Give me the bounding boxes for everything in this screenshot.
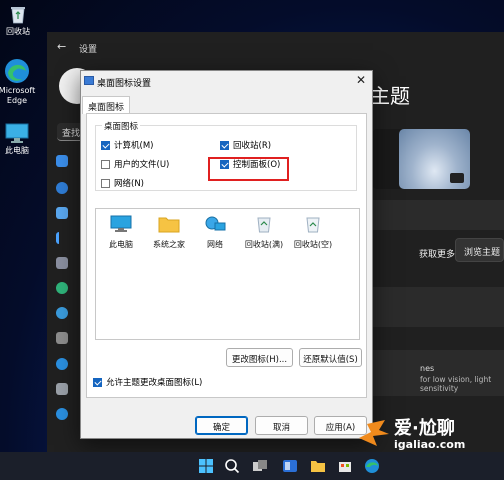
- settings-row[interactable]: [372, 287, 504, 327]
- checkbox-checked-icon[interactable]: [220, 140, 229, 150]
- checkbox-user-files[interactable]: 用户的文件(U): [101, 158, 169, 170]
- restore-default-button[interactable]: 还原默认值(S): [299, 348, 362, 367]
- back-arrow-icon[interactable]: ←: [57, 40, 66, 53]
- cancel-button[interactable]: 取消: [255, 416, 308, 435]
- dialog-app-icon: [84, 76, 94, 85]
- checkbox-checked-icon[interactable]: [101, 140, 110, 150]
- search-icon[interactable]: [224, 458, 240, 474]
- checkbox-unchecked-icon[interactable]: [101, 159, 110, 169]
- theme-panel: [372, 200, 504, 230]
- dialog-title: 桌面图标设置: [97, 79, 152, 89]
- list-item[interactable]: 系统之家: [144, 215, 194, 250]
- settings-title: 设置: [79, 45, 98, 55]
- recycle-bin-full-icon: [257, 217, 271, 233]
- desktop-icon-edge[interactable]: Microsoft Edge: [0, 58, 37, 106]
- icon-list[interactable]: 此电脑 系统之家 网络 回收站(满) 回收站(空): [95, 208, 360, 340]
- nav-time-icon[interactable]: [56, 307, 68, 319]
- checkbox-computer[interactable]: 计算机(M): [101, 139, 153, 151]
- tab-desktop-icons[interactable]: 桌面图标: [82, 96, 131, 114]
- desktop-icon-label: 此电脑: [5, 146, 29, 155]
- contrast-themes-desc: for low vision, light sensitivity: [420, 375, 492, 393]
- checkbox-allow-themes[interactable]: 允许主题更改桌面图标(L): [93, 376, 202, 388]
- desktop-icon-this-pc[interactable]: 此电脑: [0, 122, 37, 156]
- recycle-bin-empty-icon: [306, 217, 320, 233]
- start-button-icon[interactable]: [198, 458, 214, 474]
- desktop-icon-settings-dialog: 桌面图标设置 ✕ 桌面图标 桌面图标 计算机(M) 回收站(R) 用户的文件(U…: [80, 70, 373, 439]
- checkbox-checked-icon[interactable]: [93, 377, 102, 387]
- list-item[interactable]: 回收站(满): [239, 215, 289, 250]
- task-view-icon[interactable]: [252, 458, 268, 474]
- nav-update-icon[interactable]: [56, 408, 68, 420]
- edge-taskbar-icon[interactable]: [364, 458, 380, 474]
- recycle-bin-icon: [11, 7, 25, 24]
- watermark-logo-icon: [359, 420, 389, 446]
- close-icon[interactable]: ✕: [356, 73, 366, 87]
- watermark-url: igaliao.com: [394, 438, 466, 451]
- nav-network-icon[interactable]: [56, 207, 68, 219]
- store-icon[interactable]: [337, 458, 353, 474]
- edge-icon: [5, 59, 29, 83]
- nav-apps-icon[interactable]: [56, 257, 68, 269]
- nav-personalization-icon[interactable]: [56, 232, 68, 244]
- desktop-icon-label: Microsoft Edge: [0, 86, 36, 105]
- widgets-icon[interactable]: [282, 458, 298, 474]
- list-item[interactable]: 回收站(空): [288, 215, 338, 250]
- nav-privacy-icon[interactable]: [56, 383, 68, 395]
- contrast-themes-title: nes: [420, 364, 435, 373]
- highlight-box: [208, 157, 289, 181]
- change-icon-button[interactable]: 更改图标(H)...: [226, 348, 293, 367]
- nav-gaming-icon[interactable]: [56, 332, 68, 344]
- tab-page: 桌面图标 计算机(M) 回收站(R) 用户的文件(U) 控制面板(O) 网络(N…: [86, 113, 367, 398]
- list-item[interactable]: 网络: [190, 215, 240, 250]
- folder-icon: [158, 217, 180, 233]
- nav-bluetooth-icon[interactable]: [56, 182, 68, 194]
- watermark-text: 爱·尬聊: [394, 418, 455, 439]
- network-icon: [205, 216, 226, 231]
- file-explorer-icon[interactable]: [310, 458, 326, 474]
- ok-button[interactable]: 确定: [195, 416, 248, 435]
- browse-themes-button[interactable]: 浏览主题: [455, 238, 504, 262]
- nav-accounts-icon[interactable]: [56, 282, 68, 294]
- list-item[interactable]: 此电脑: [96, 215, 146, 250]
- desktop-icon-label: 回收站: [6, 27, 30, 36]
- nav-accessibility-icon[interactable]: [56, 358, 68, 370]
- desktop-icon-recycle-bin[interactable]: 回收站: [0, 3, 38, 37]
- this-pc-icon: [5, 123, 29, 143]
- checkbox-network[interactable]: 网络(N): [101, 177, 144, 189]
- checkbox-recycle-bin[interactable]: 回收站(R): [220, 139, 271, 151]
- monitor-icon: [110, 215, 132, 232]
- page-title: 主题: [370, 84, 410, 108]
- group-label: 桌面图标: [102, 120, 141, 132]
- checkbox-unchecked-icon[interactable]: [101, 178, 110, 188]
- taskbar: [0, 452, 504, 480]
- nav-system-icon[interactable]: [56, 155, 68, 167]
- theme-thumbnail-bloom[interactable]: [399, 129, 470, 189]
